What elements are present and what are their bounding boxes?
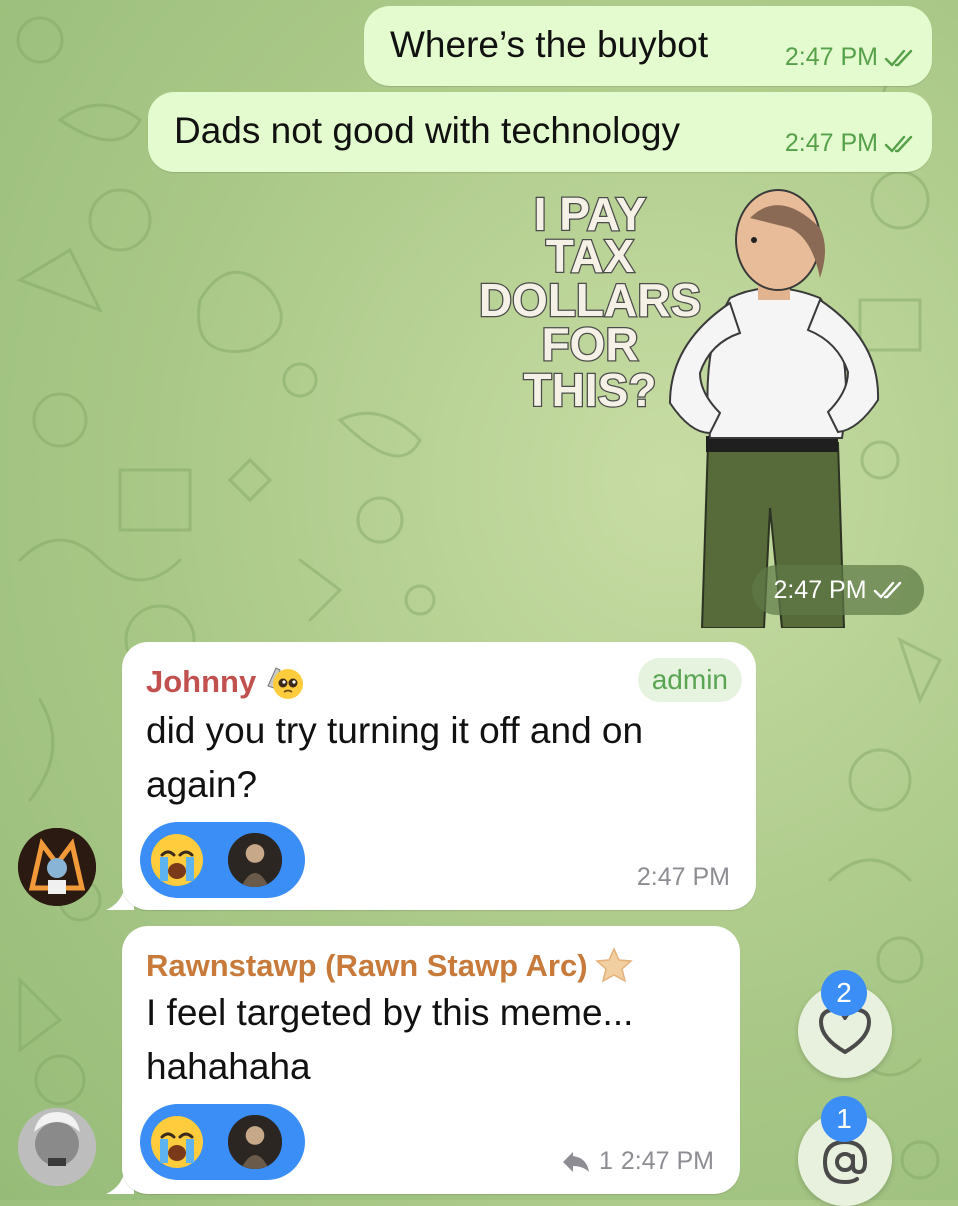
double-check-icon: [873, 581, 901, 599]
message-time: 2:47 PM: [620, 1147, 714, 1175]
avatar-johnny[interactable]: [18, 828, 96, 906]
dad-figure: [668, 189, 880, 628]
double-check-icon: [884, 49, 913, 66]
message-text-line: hahahaha: [146, 1046, 311, 1087]
message-meta: 1 2:47 PM: [561, 1147, 714, 1176]
reaction-chip[interactable]: [140, 1104, 305, 1180]
incoming-message[interactable]: Rawnstawp (Rawn Stawp Arc) I feel target…: [122, 926, 740, 1194]
message-sender[interactable]: Johnny: [146, 662, 306, 702]
outgoing-message[interactable]: Where’s the buybot 2:47 PM: [364, 6, 932, 86]
sticker-caption-line: FOR: [541, 318, 638, 370]
message-time: 2:47 PM: [784, 129, 878, 157]
message-meta: 2:47 PM: [785, 43, 914, 72]
sticker-caption-line: THIS?: [524, 364, 657, 416]
avatar-image: [18, 828, 96, 906]
reaction-chip[interactable]: [140, 822, 305, 898]
meme-sticker[interactable]: I PAY TAX DOLLARS FOR THIS?: [460, 188, 930, 628]
message-text: Where’s the buybot: [390, 24, 709, 65]
reactions-count-badge: 2: [821, 970, 867, 1016]
message-meta: 2:47 PM: [785, 129, 914, 158]
message-text: Dads not good with technology: [174, 110, 681, 151]
double-check-icon: [884, 135, 913, 152]
sender-name: Rawnstawp (Rawn Stawp Arc): [146, 948, 588, 983]
message-sender[interactable]: Rawnstawp (Rawn Stawp Arc): [146, 946, 634, 986]
loudly-crying-face-icon: [151, 834, 203, 886]
mentions-count-badge: 1: [821, 1096, 867, 1142]
admin-badge: admin: [637, 658, 742, 702]
avatar-rawnstawp[interactable]: [18, 1108, 96, 1186]
reactor-avatar: [226, 831, 284, 889]
reactor-avatar: [226, 1113, 284, 1171]
loudly-crying-face-icon: [151, 1116, 203, 1168]
reply-arrow-icon: [562, 1151, 589, 1172]
message-time: 2:47 PM: [636, 863, 730, 891]
star-icon: [594, 947, 633, 983]
sticker-timestamp: 2:47 PM: [752, 565, 924, 615]
avatar-image: [18, 1108, 96, 1186]
message-time: 2:47 PM: [784, 43, 878, 71]
outgoing-message[interactable]: Dads not good with technology 2:47 PM: [148, 92, 932, 172]
sender-name: Johnny: [146, 664, 257, 699]
incoming-message[interactable]: Johnny admin did you try turning it off …: [122, 642, 756, 910]
message-text-line: I feel targeted by this meme...: [146, 992, 634, 1033]
message-text-line: again?: [146, 764, 258, 805]
message-text-line: did you try turning it off and on: [146, 710, 644, 751]
pleading-face-icon: [267, 667, 304, 699]
reply-count: 1: [598, 1147, 613, 1175]
message-time: 2:47 PM: [773, 575, 867, 604]
